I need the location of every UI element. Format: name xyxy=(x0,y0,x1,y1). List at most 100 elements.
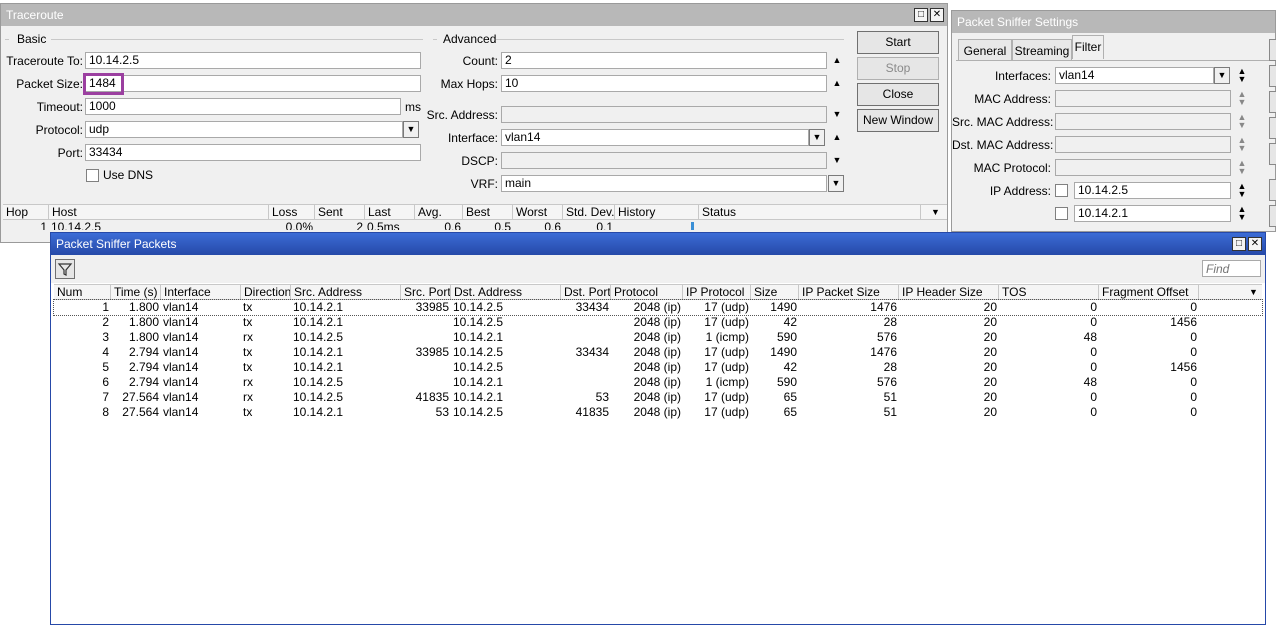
col-hop[interactable]: Hop xyxy=(3,205,49,220)
table-row[interactable]: 1 1.800 vlan14 tx 10.14.2.1 33985 10.14.2.5 334… xyxy=(53,299,1263,316)
interfaces-spin-icon[interactable]: ▲ ▼ xyxy=(1236,67,1248,84)
col-status[interactable]: Status xyxy=(699,205,921,220)
col-ip-protocol[interactable]: IP Protocol xyxy=(683,285,751,300)
col-dst-address[interactable]: Dst. Address xyxy=(451,285,561,300)
use-dns-checkbox[interactable] xyxy=(86,169,99,182)
table-row[interactable]: 7 27.564 vlan14 rx 10.14.2.5 41835 10.14.2.1 53… xyxy=(54,390,1262,405)
traceroute-titlebar[interactable]: Traceroute xyxy=(1,4,947,26)
stop-button[interactable]: Stop xyxy=(857,57,939,80)
side-button[interactable] xyxy=(1269,39,1276,61)
protocol-dropdown-icon[interactable]: ▼ xyxy=(403,121,419,138)
col-sent[interactable]: Sent xyxy=(315,205,365,220)
interface-dropdown-icon[interactable]: ▼ xyxy=(809,129,825,146)
ip-address-2-spin-icon[interactable]: ▲ ▼ xyxy=(1236,205,1248,222)
start-button[interactable]: Start xyxy=(857,31,939,54)
table-row[interactable]: 4 2.794 vlan14 tx 10.14.2.1 33985 10.14.2.5 334… xyxy=(54,345,1262,360)
col-worst[interactable]: Worst xyxy=(513,205,563,220)
col-size[interactable]: Size xyxy=(751,285,799,300)
find-input[interactable] xyxy=(1202,260,1261,277)
vrf-dropdown-icon[interactable]: ▼ xyxy=(828,175,844,192)
src-address-label: Src. Address: xyxy=(426,108,498,122)
col-dst-port[interactable]: Dst. Port xyxy=(561,285,611,300)
traceroute-to-field[interactable]: 10.14.2.5 xyxy=(85,52,421,69)
interfaces-select[interactable]: vlan14 xyxy=(1055,67,1214,84)
max-hops-collapse-icon[interactable]: ▲ xyxy=(831,79,843,88)
col-fragment-offset[interactable]: Fragment Offset xyxy=(1099,285,1199,300)
col-std-dev[interactable]: Std. Dev. xyxy=(563,205,615,220)
port-field[interactable]: 33434 xyxy=(85,144,421,161)
col-ip-header-size[interactable]: IP Header Size xyxy=(899,285,999,300)
interface-collapse-icon[interactable]: ▲ xyxy=(831,133,843,142)
tab-filter[interactable]: Filter xyxy=(1072,35,1104,59)
side-button[interactable] xyxy=(1269,143,1276,165)
table-row[interactable]: 8 27.564 vlan14 tx 10.14.2.1 53 10.14.2.5 41835… xyxy=(54,405,1262,420)
timeout-field[interactable]: 1000 xyxy=(85,98,401,115)
mac-address-spin-icon[interactable]: ▲ ▼ xyxy=(1236,90,1248,107)
mac-address-field[interactable] xyxy=(1055,90,1231,107)
tab-general[interactable]: General xyxy=(958,39,1012,61)
table-row[interactable]: 5 2.794 vlan14 tx 10.14.2.1 10.14.2.5 2048 (ip… xyxy=(54,360,1262,375)
src-address-expand-icon[interactable]: ▼ xyxy=(831,110,843,119)
ip-address-2-checkbox[interactable] xyxy=(1055,207,1068,220)
maximize-icon[interactable]: □ xyxy=(914,8,928,22)
side-button[interactable] xyxy=(1269,91,1276,113)
side-button[interactable] xyxy=(1269,179,1276,201)
src-address-field[interactable] xyxy=(501,106,827,123)
col-interface[interactable]: Interface xyxy=(161,285,241,300)
mac-protocol-spin-icon[interactable]: ▲ ▼ xyxy=(1236,159,1248,176)
close-icon[interactable]: ✕ xyxy=(1248,237,1262,251)
filter-button[interactable] xyxy=(55,259,75,279)
col-num[interactable]: Num xyxy=(54,285,111,300)
col-ip-packet-size[interactable]: IP Packet Size xyxy=(799,285,899,300)
ip-address-2-field[interactable]: 10.14.2.1 xyxy=(1074,205,1231,222)
src-mac-field[interactable] xyxy=(1055,113,1231,130)
tab-streaming[interactable]: Streaming xyxy=(1012,39,1072,61)
col-src-port[interactable]: Src. Port xyxy=(401,285,451,300)
table-cell: 10.14.2.1 xyxy=(293,345,344,359)
col-best[interactable]: Best xyxy=(463,205,513,220)
table-row[interactable]: 1 10.14.2.5 0.0% 2 0.5ms 0.6 0.5 0.6 0.1 xyxy=(3,220,947,230)
close-icon[interactable]: ✕ xyxy=(930,8,944,22)
dscp-field[interactable] xyxy=(501,152,827,169)
ip-address-1-spin-icon[interactable]: ▲ ▼ xyxy=(1236,182,1248,199)
max-hops-field[interactable]: 10 xyxy=(501,75,827,92)
table-row[interactable]: 2 1.800 vlan14 tx 10.14.2.1 10.14.2.5 2048 (ip… xyxy=(54,315,1262,330)
col-direction[interactable]: Direction xyxy=(241,285,291,300)
dst-mac-spin-icon[interactable]: ▲ ▼ xyxy=(1236,136,1248,153)
col-loss[interactable]: Loss xyxy=(269,205,315,220)
side-button[interactable] xyxy=(1269,205,1276,227)
ip-address-1-field[interactable]: 10.14.2.5 xyxy=(1074,182,1231,199)
table-row[interactable]: 6 2.794 vlan14 rx 10.14.2.5 10.14.2.1 2048 (ip… xyxy=(54,375,1262,390)
count-field[interactable]: 2 xyxy=(501,52,827,69)
interface-select[interactable]: vlan14 xyxy=(501,129,809,146)
table-row[interactable]: 3 1.800 vlan14 rx 10.14.2.5 10.14.2.1 2048 (ip… xyxy=(54,330,1262,345)
column-menu-icon[interactable]: ▼ xyxy=(1246,285,1262,300)
col-host[interactable]: Host xyxy=(49,205,269,220)
side-button[interactable] xyxy=(1269,65,1276,87)
col-last[interactable]: Last xyxy=(365,205,415,220)
col-src-address[interactable]: Src. Address xyxy=(291,285,401,300)
src-mac-spin-icon[interactable]: ▲ ▼ xyxy=(1236,113,1248,130)
col-protocol[interactable]: Protocol xyxy=(611,285,683,300)
count-collapse-icon[interactable]: ▲ xyxy=(831,56,843,65)
col-history[interactable]: History xyxy=(615,205,699,220)
close-button[interactable]: Close xyxy=(857,83,939,106)
col-avg[interactable]: Avg. xyxy=(415,205,463,220)
column-menu-icon[interactable]: ▼ xyxy=(928,205,946,220)
packet-size-field[interactable]: 1484 xyxy=(85,75,421,92)
ip-address-1-checkbox[interactable] xyxy=(1055,184,1068,197)
maximize-icon[interactable]: □ xyxy=(1232,237,1246,251)
new-window-button[interactable]: New Window xyxy=(857,109,939,132)
packets-titlebar[interactable]: Packet Sniffer Packets xyxy=(51,233,1265,255)
col-time[interactable]: Time (s) xyxy=(111,285,161,300)
traceroute-table-header: Hop Host Loss Sent Last Avg. Best Worst … xyxy=(3,204,947,220)
col-tos[interactable]: TOS xyxy=(999,285,1099,300)
dst-mac-field[interactable] xyxy=(1055,136,1231,153)
dscp-expand-icon[interactable]: ▼ xyxy=(831,156,843,165)
vrf-select[interactable]: main xyxy=(501,175,827,192)
interfaces-dropdown-icon[interactable]: ▼ xyxy=(1214,67,1230,84)
side-button[interactable] xyxy=(1269,117,1276,139)
protocol-select[interactable]: udp xyxy=(85,121,403,138)
mac-protocol-field[interactable] xyxy=(1055,159,1231,176)
sniffer-settings-titlebar[interactable]: Packet Sniffer Settings xyxy=(952,11,1275,33)
